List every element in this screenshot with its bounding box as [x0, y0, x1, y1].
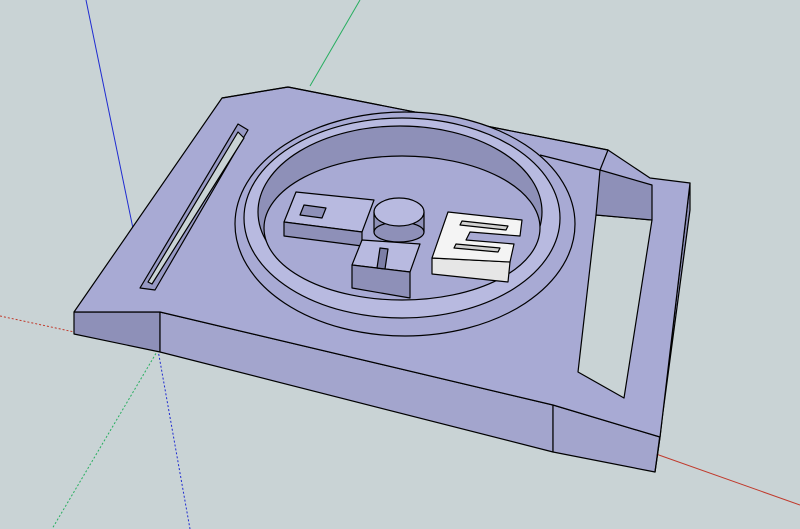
model-canvas[interactable]	[0, 0, 800, 529]
green-axis-dotted	[51, 349, 159, 529]
sketchup-3d-viewport[interactable]	[0, 0, 800, 529]
latch-slot-left	[299, 204, 327, 219]
knob-top	[373, 197, 425, 227]
buckle-model[interactable]	[73, 86, 691, 473]
blue-axis-dotted	[157, 349, 191, 529]
green-axis	[309, 0, 361, 87]
front-left-wall	[73, 311, 161, 353]
